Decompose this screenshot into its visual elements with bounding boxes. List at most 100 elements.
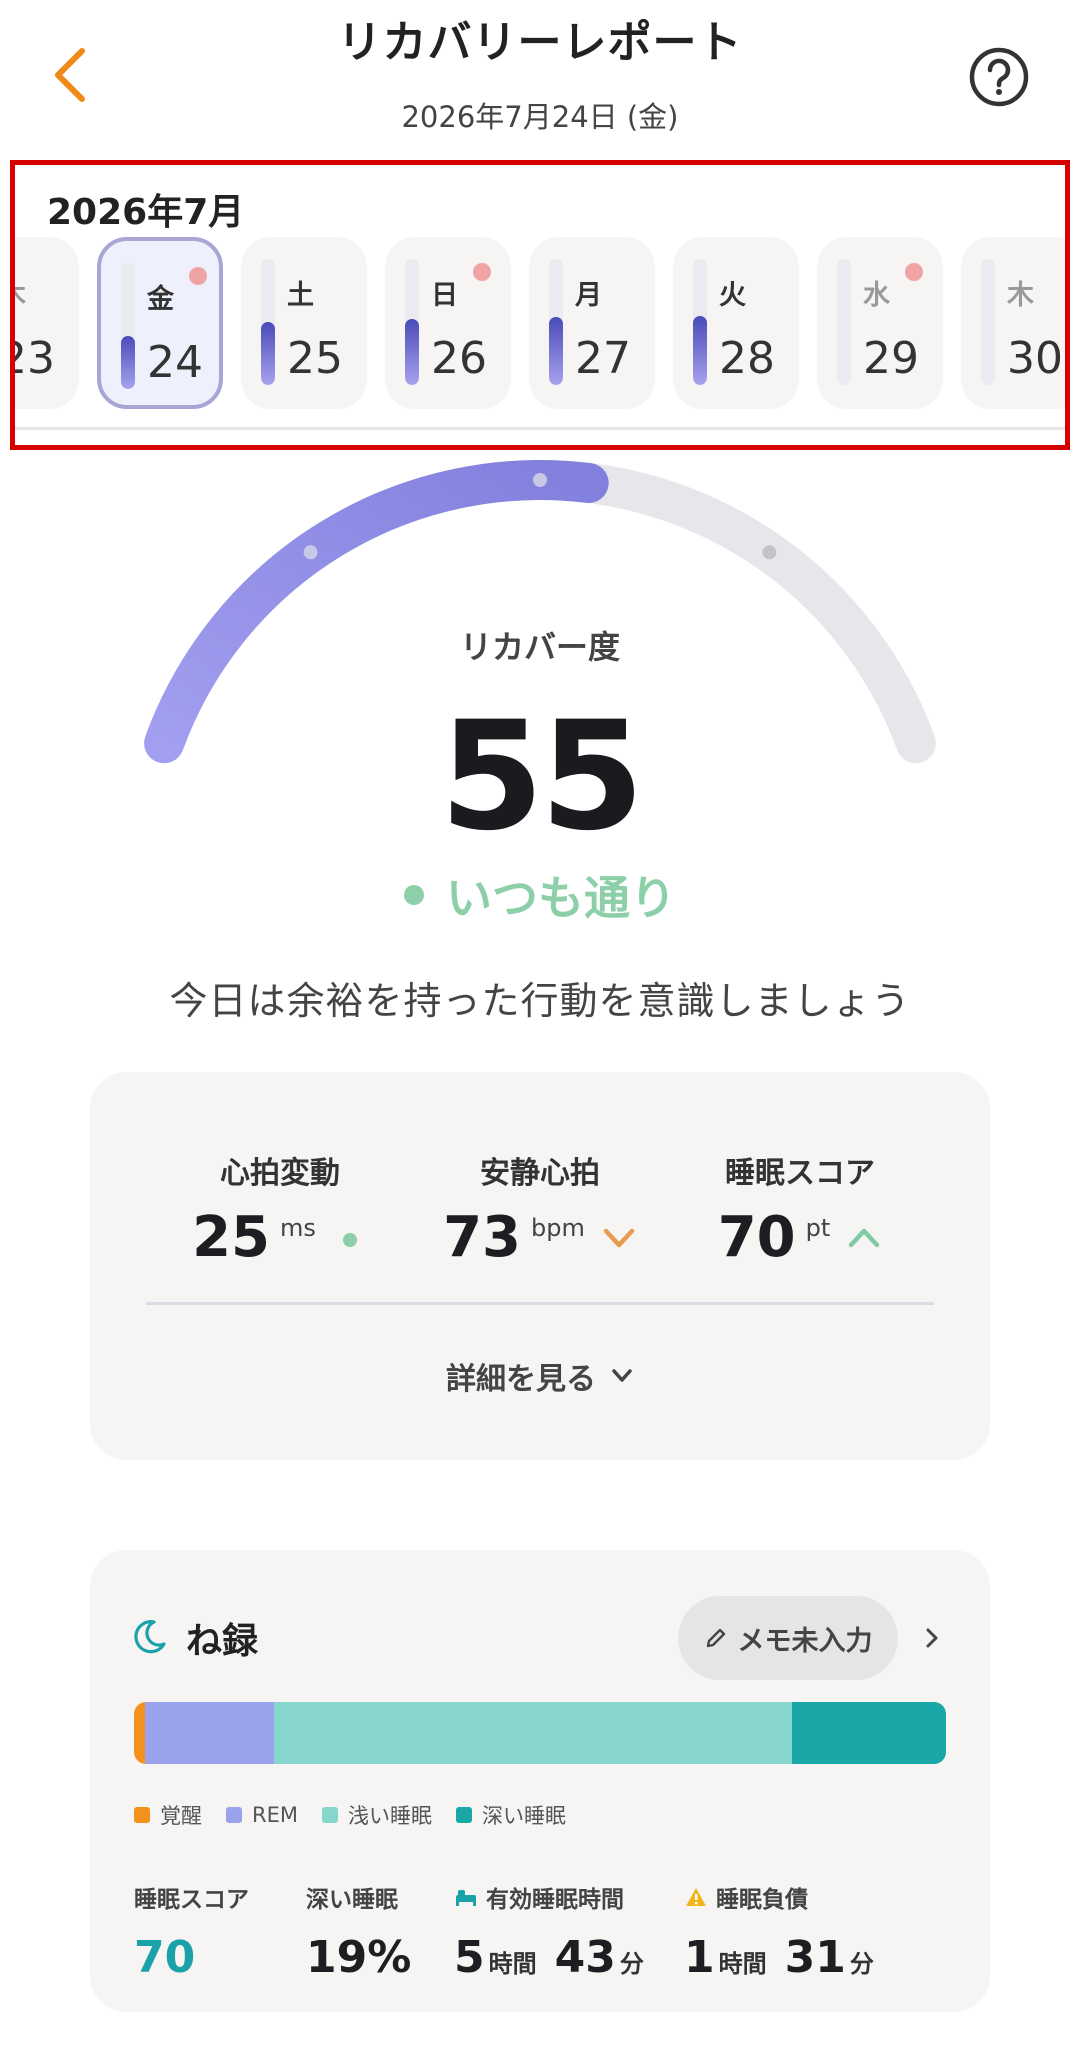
metric-sleep-score: 睡眠スコア 70 pt (660, 1072, 940, 1332)
day-recovery-fill (405, 319, 419, 385)
stat-sleep-debt: 睡眠負債 1 時間 31 分 (684, 1880, 888, 1983)
day-number: 27 (575, 333, 631, 384)
day-recovery-bar (981, 259, 995, 385)
day-weekday: 火 (719, 280, 746, 311)
advice-text: 今日は余裕を持った行動を意識しましょう (169, 979, 911, 1023)
bed-icon (456, 1890, 476, 1906)
hour-unit: 時間 (488, 1950, 537, 1978)
metric-value: 25 (192, 1205, 271, 1270)
day-card-26[interactable]: 日 26 (385, 237, 511, 409)
metric-resting-hr: 安静心拍 73 bpm (400, 1072, 680, 1332)
day-card-29[interactable]: 水 29 (817, 237, 943, 409)
recovery-status: いつも通り (0, 862, 1080, 928)
stat-deep-sleep: 深い睡眠 19% (306, 1880, 411, 1983)
day-weekday: 日 (431, 280, 458, 311)
stage-segment-1 (134, 1702, 145, 1764)
day-number: 30 (1007, 333, 1063, 384)
moon-icon (134, 1620, 166, 1654)
recovery-score: 55 (439, 690, 645, 864)
legend-swatch (455, 1807, 472, 1823)
divider (146, 1302, 934, 1305)
minute-unit: 分 (849, 1950, 874, 1978)
legend-swatch (321, 1807, 338, 1823)
chevron-down-icon (601, 1220, 637, 1256)
day-weekday: 月 (575, 280, 602, 311)
stat-value: 70 (134, 1932, 196, 1983)
sleep-title: ね録 (186, 1621, 259, 1662)
legend-label: 浅い睡眠 (347, 1804, 432, 1828)
recovery-label: リカバー度 (459, 628, 620, 666)
day-strip[interactable]: 木 23 金 24 土 25 日 26 月 27 火 28 水 29 木 30 (15, 237, 1065, 417)
status-text: いつも通り (446, 871, 676, 925)
stat-minutes: 31 (784, 1932, 846, 1983)
stat-hours: 5 (454, 1932, 485, 1983)
legend-item: 深い睡眠 (455, 1800, 566, 1830)
day-recovery-bar (261, 259, 275, 385)
sleep-legend: 覚醒 REM 浅い睡眠 深い睡眠 (134, 1800, 566, 1830)
page-title: リカバリーレポート (337, 17, 743, 68)
minute-unit: 分 (619, 1950, 644, 1978)
day-card-30[interactable]: 木 30 (961, 237, 1065, 409)
day-recovery-fill (693, 316, 707, 385)
memo-button[interactable]: メモ未入力 (678, 1596, 898, 1680)
week-calendar: 2026年7月 木 23 金 24 土 25 日 26 月 27 火 28 水 29 木 30 (10, 160, 1070, 450)
metric-value: 73 (443, 1205, 522, 1270)
page-date: 2026年7月24日 (金) (401, 100, 679, 134)
hour-unit: 時間 (718, 1950, 767, 1978)
day-number: 26 (431, 333, 487, 384)
stat-label: 有効睡眠時間 (454, 1880, 658, 1914)
details-label: 詳細を見る (446, 1362, 596, 1397)
day-alert-dot (473, 263, 491, 281)
metric-value: 70 (717, 1205, 796, 1270)
divider (15, 427, 1065, 430)
legend-swatch (226, 1807, 242, 1823)
stage-segment-3 (274, 1702, 792, 1764)
stage-segment-4 (791, 1702, 946, 1764)
legend-item: 覚醒 (134, 1800, 202, 1830)
help-button[interactable] (968, 46, 1030, 108)
legend-swatch (134, 1807, 150, 1823)
metric-label: 睡眠スコア (725, 1156, 875, 1191)
day-number: 23 (15, 333, 55, 384)
chevron-right-icon[interactable] (918, 1622, 946, 1654)
sleep-stage-bar (134, 1702, 946, 1764)
status-dot-icon (332, 1220, 368, 1256)
details-button[interactable]: 詳細を見る (90, 1354, 990, 1398)
day-weekday: 水 (863, 280, 890, 311)
stat-value: 19% (306, 1932, 412, 1983)
metric-unit: pt (805, 1214, 831, 1242)
day-recovery-fill (261, 322, 275, 385)
day-card-28[interactable]: 火 28 (673, 237, 799, 409)
day-recovery-bar (693, 259, 707, 385)
day-card-23[interactable]: 木 23 (15, 237, 79, 409)
pencil-icon (706, 1628, 725, 1648)
day-card-27[interactable]: 月 27 (529, 237, 655, 409)
stat-label: 睡眠負債 (684, 1880, 888, 1914)
stat-label: 深い睡眠 (306, 1887, 398, 1913)
metric-unit: bpm (531, 1214, 585, 1242)
day-card-25[interactable]: 土 25 (241, 237, 367, 409)
stage-segment-2 (144, 1702, 275, 1764)
day-recovery-bar (837, 259, 851, 385)
gauge-tick-3 (762, 545, 777, 560)
metric-label: 心拍変動 (220, 1156, 340, 1191)
legend-label: 深い睡眠 (481, 1804, 566, 1828)
day-number: 28 (719, 333, 775, 384)
day-weekday: 金 (147, 284, 174, 315)
day-number: 24 (147, 337, 203, 388)
day-card-24[interactable]: 金 24 (97, 237, 223, 409)
stat-sleep-score: 睡眠スコア 70 (134, 1880, 249, 1983)
status-dot (404, 885, 424, 905)
day-number: 29 (863, 333, 919, 384)
metric-unit: ms (280, 1214, 316, 1242)
metric-label: 安静心拍 (480, 1156, 600, 1191)
metric-hrv: 心拍変動 25 ms (140, 1072, 420, 1332)
question-circle-icon (969, 47, 1029, 107)
day-recovery-fill (549, 317, 563, 385)
day-recovery-bar (405, 259, 419, 385)
day-recovery-bar (549, 259, 563, 385)
day-alert-dot (189, 267, 207, 285)
stat-effective-sleep: 有効睡眠時間 5 時間 43 分 (454, 1880, 658, 1983)
sleep-card: ね録 メモ未入力 覚醒 REM 浅い睡眠 深い睡眠 睡眠スコア 70 深い睡眠 19% (90, 1550, 990, 2012)
legend-item: REM (226, 1803, 298, 1827)
